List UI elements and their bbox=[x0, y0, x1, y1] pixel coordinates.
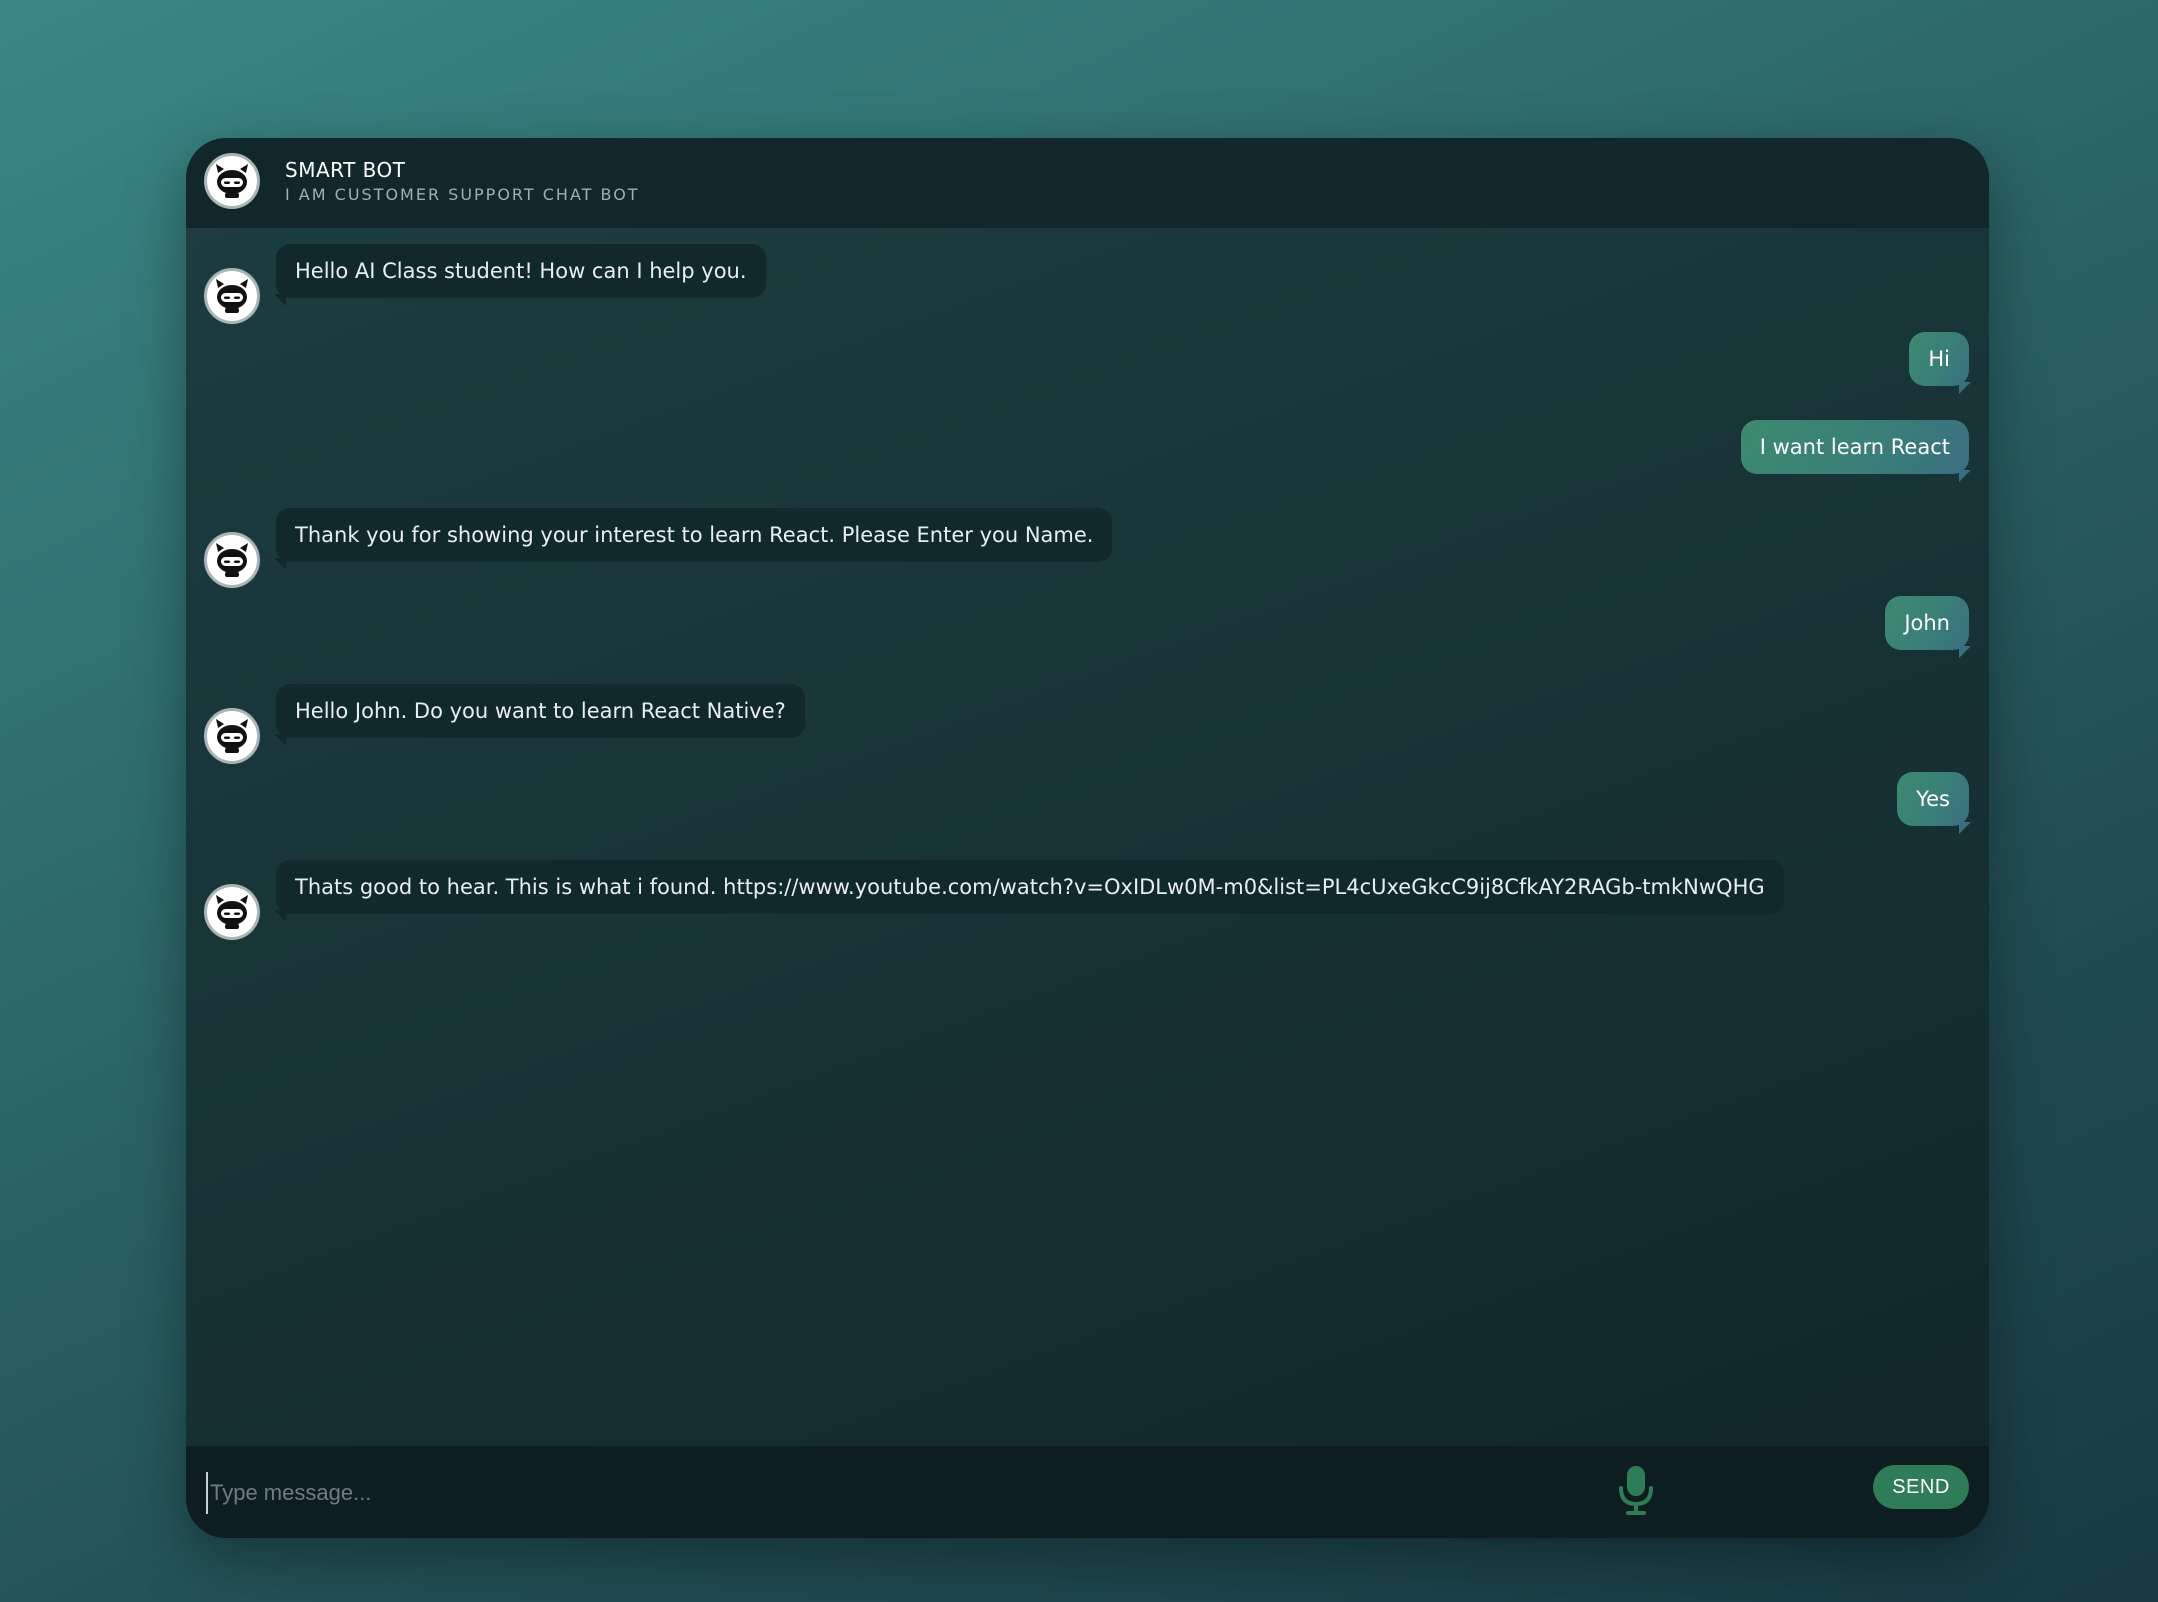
bot-message-bubble: Hello AI Class student! How can I help y… bbox=[274, 244, 766, 306]
chat-window: SMART BOT I AM CUSTOMER SUPPORT CHAT BOT… bbox=[186, 138, 1989, 1538]
user-message-bubble: I want learn React bbox=[1740, 420, 1972, 482]
message-input[interactable] bbox=[206, 1472, 1552, 1514]
bot-message-bubble: Thats good to hear. This is what i found… bbox=[274, 860, 1784, 922]
user-message: I want learn React bbox=[186, 420, 1989, 482]
message-composer: SEND bbox=[186, 1446, 1989, 1538]
bot-avatar bbox=[204, 532, 260, 588]
message-list: Hello AI Class student! How can I help y… bbox=[186, 228, 1989, 1538]
user-message: Hi bbox=[186, 332, 1989, 394]
bot-name: SMART BOT bbox=[285, 158, 406, 182]
bot-avatar bbox=[204, 153, 260, 209]
user-message: Yes bbox=[186, 772, 1989, 834]
chat-header: SMART BOT I AM CUSTOMER SUPPORT CHAT BOT bbox=[186, 138, 1989, 228]
bot-message: Thats good to hear. This is what i found… bbox=[186, 860, 1989, 940]
send-button[interactable]: SEND bbox=[1873, 1465, 1969, 1509]
robot-icon bbox=[216, 895, 248, 929]
robot-icon bbox=[216, 279, 248, 313]
user-message-bubble: Yes bbox=[1897, 772, 1971, 834]
user-message: John bbox=[186, 596, 1989, 658]
user-message-bubble: Hi bbox=[1909, 332, 1971, 394]
microphone-icon bbox=[1619, 1466, 1653, 1515]
bot-message-bubble: Hello John. Do you want to learn React N… bbox=[274, 684, 805, 746]
bot-message-bubble: Thank you for showing your interest to l… bbox=[273, 508, 1113, 570]
bot-message: Thank you for showing your interest to l… bbox=[186, 508, 1989, 588]
bot-message: Hello John. Do you want to learn React N… bbox=[186, 684, 1989, 764]
bot-avatar bbox=[204, 268, 260, 324]
bot-description: I AM CUSTOMER SUPPORT CHAT BOT bbox=[285, 185, 640, 204]
robot-icon bbox=[216, 719, 248, 753]
user-message-bubble: John bbox=[1885, 596, 1971, 658]
bot-message: Hello AI Class student! How can I help y… bbox=[186, 244, 1989, 324]
bot-avatar bbox=[204, 708, 260, 764]
bot-avatar bbox=[204, 884, 260, 940]
mic-button[interactable] bbox=[1614, 1464, 1658, 1518]
robot-icon bbox=[216, 164, 248, 198]
robot-icon bbox=[216, 543, 248, 577]
